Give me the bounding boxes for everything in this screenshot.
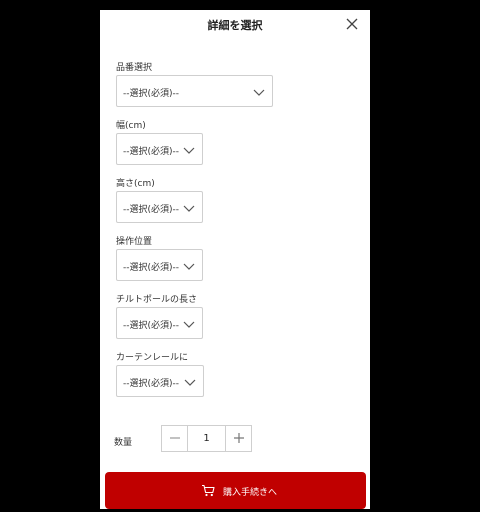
plus-icon [234,433,244,443]
select-value: --選択(必須)-- [123,89,180,99]
field-label-width: 幅(cm) [116,121,146,131]
field-label-tilt-pole-length: チルトポールの長さ [116,295,198,305]
operation-position-select[interactable]: --選択(必須)-- [116,249,203,281]
chevron-down-icon [183,321,195,328]
checkout-button[interactable]: 購入手続きへ [105,472,366,509]
height-select[interactable]: --選択(必須)-- [116,191,203,223]
field-label-operation-position: 操作位置 [116,237,153,247]
curtain-rail-select[interactable]: --選択(必須)-- [116,365,204,397]
modal-title: 詳細を選択 [207,19,263,32]
modal-header: 詳細を選択 [100,10,370,38]
close-button[interactable] [342,14,362,34]
product-number-select[interactable]: --選択(必須)-- [116,75,273,107]
field-label-height: 高さ(cm) [116,179,155,189]
detail-select-modal: 詳細を選択 品番選択 --選択(必須)-- 幅(cm) --選択(必須)-- 高… [100,10,370,509]
select-value: --選択(必須)-- [123,147,180,157]
decrement-button[interactable] [162,426,188,451]
chevron-down-icon [183,263,195,270]
chevron-down-icon [253,89,265,96]
chevron-down-icon [184,379,196,386]
tilt-pole-length-select[interactable]: --選択(必須)-- [116,307,203,339]
chevron-down-icon [183,205,195,212]
close-icon [346,18,358,30]
quantity-stepper: 1 [161,425,252,452]
cart-icon [202,484,215,497]
field-label-product-number: 品番選択 [116,63,153,73]
field-label-curtain-rail: カーテンレールに [116,353,189,363]
minus-icon [170,437,180,439]
select-value: --選択(必須)-- [123,263,180,273]
width-select[interactable]: --選択(必須)-- [116,133,203,165]
increment-button[interactable] [225,426,251,451]
checkout-label: 購入手続きへ [223,488,278,498]
quantity-input[interactable]: 1 [188,433,225,444]
chevron-down-icon [183,147,195,154]
select-value: --選択(必須)-- [123,205,180,215]
select-value: --選択(必須)-- [123,321,180,331]
quantity-label: 数量 [114,438,133,448]
select-value: --選択(必須)-- [123,379,180,389]
